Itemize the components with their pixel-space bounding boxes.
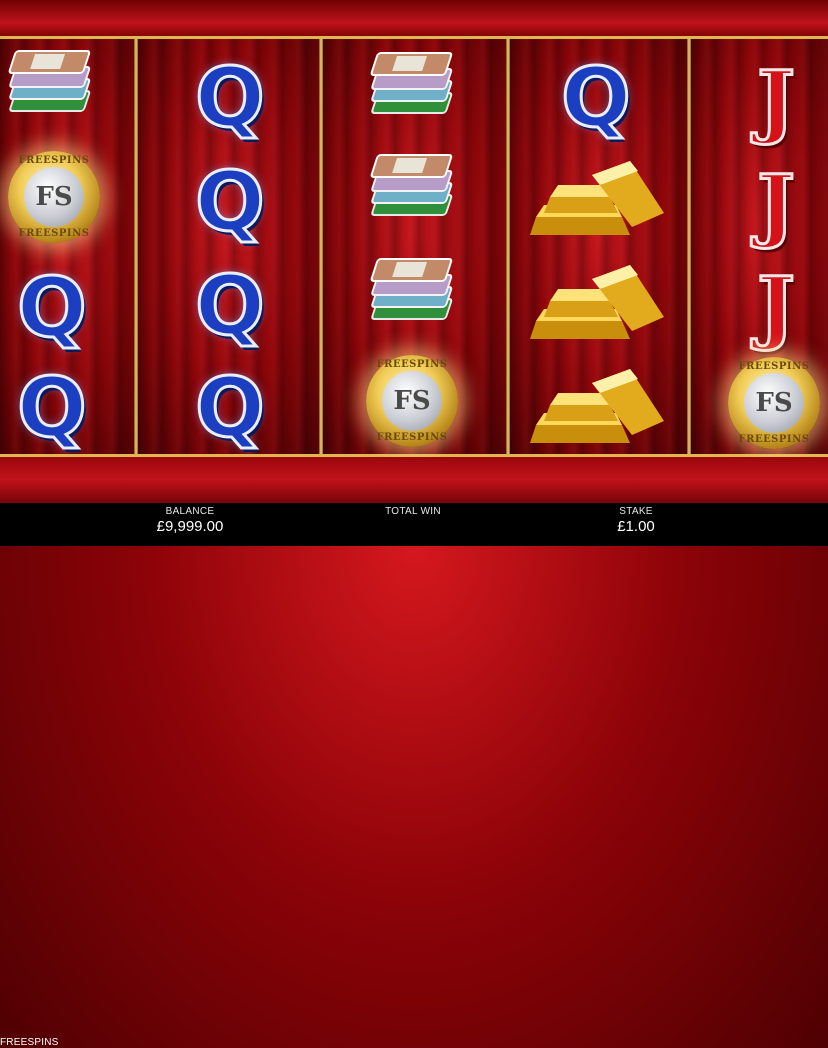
cash-stack-icon [364, 45, 460, 125]
freespins-coin-icon: FREESPINS FS FREESPINS [2, 145, 106, 249]
q-symbol-icon: Q [194, 51, 267, 146]
q-symbol-icon: Q [194, 361, 267, 456]
freespins-coin-icon: FREESPINS FS FREESPINS [722, 351, 826, 455]
j-symbol-icon: J [756, 157, 797, 251]
freespins-coin-icon: FREESPINS FS FREESPINS [360, 349, 464, 453]
q-symbol-icon: Q [194, 259, 267, 354]
cash-stack-icon [364, 147, 460, 227]
reel-frame: FREESPINS FS FREESPINS Q Q Q Q Q Q FREES… [0, 36, 828, 457]
freespins-mode-label: FREESPINS [0, 1037, 59, 1048]
stake-display: STAKE £1.00 [556, 506, 716, 535]
j-symbol-icon: J [756, 53, 797, 147]
q-symbol-icon: Q [16, 261, 89, 356]
gold-bars-icon [530, 157, 670, 241]
top-banner [0, 0, 828, 38]
gold-bars-icon [530, 261, 670, 345]
q-symbol-icon: Q [16, 361, 89, 456]
balance-value: £9,999.00 [156, 518, 224, 535]
q-symbol-icon: Q [560, 51, 633, 146]
q-symbol-icon: Q [194, 155, 267, 250]
stake-value: £1.00 [617, 518, 655, 535]
cash-stack-icon [2, 43, 98, 123]
bottom-banner [0, 457, 828, 507]
cash-stack-icon [364, 251, 460, 331]
gold-bars-icon [530, 365, 670, 449]
balance-display: BALANCE £9,999.00 [110, 506, 270, 535]
total-win-label: TOTAL WIN [385, 506, 441, 517]
stake-label: STAKE [619, 506, 653, 517]
status-bar: BALANCE £9,999.00 TOTAL WIN STAKE £1.00 … [0, 503, 828, 1048]
balance-label: BALANCE [165, 506, 215, 517]
j-symbol-icon: J [756, 259, 797, 353]
total-win-display: TOTAL WIN [333, 506, 493, 517]
